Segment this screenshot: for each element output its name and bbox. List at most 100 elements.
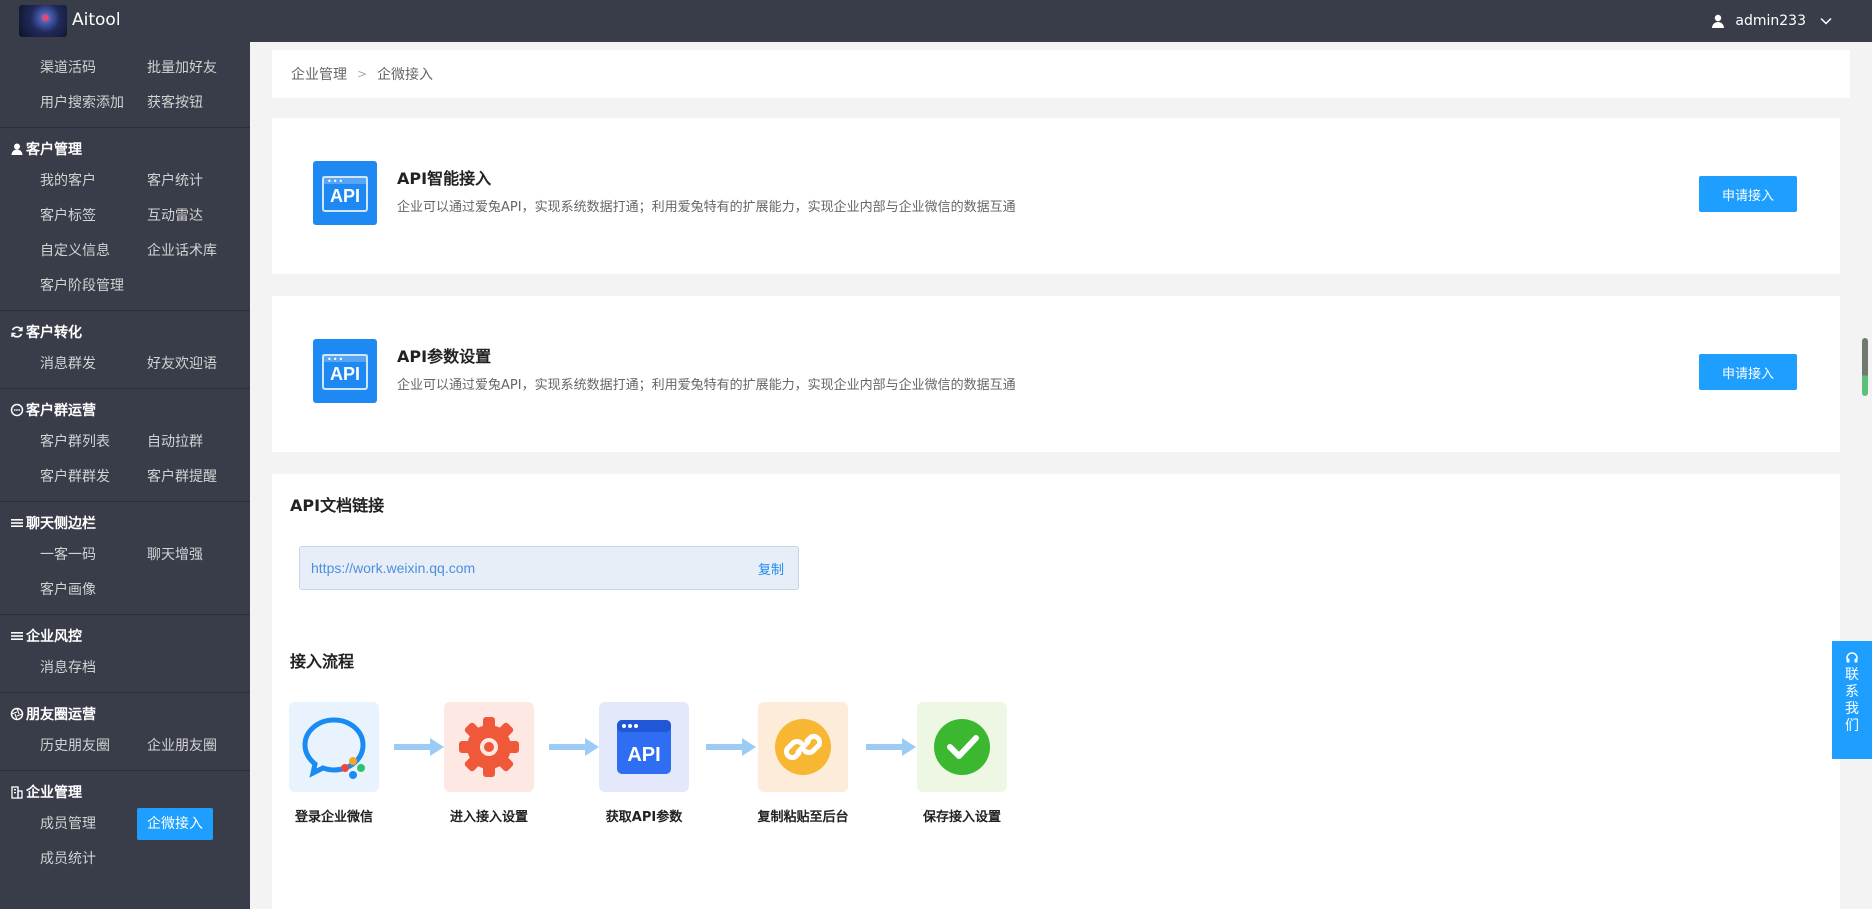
sidebar-item-user-search-add[interactable]: 用户搜索添加 [30,86,137,121]
step-label: 保存接入设置 [922,810,1001,825]
sidebar-item-group-list[interactable]: 客户群列表 [30,425,137,460]
card-description: 企业可以通过爱兔API，实现系统数据打通；利用爱兔特有的扩展能力，实现企业内部与… [397,200,1016,215]
doc-link-url[interactable]: https://work.weixin.qq.com [311,560,475,576]
step-label: 登录企业微信 [294,810,373,825]
sidebar-item-enterprise-moments[interactable]: 企业朋友圈 [137,729,244,764]
menu-icon [11,632,23,640]
link-icon [758,702,848,792]
process-steps: 登录企业微信 进入接入设置 API 获取API参数 复制粘贴至后台 保存接入设置 [289,702,1189,842]
api-smart-access-card: ••• API API智能接入 企业可以通过爱兔API，实现系统数据打通；利用爱… [272,118,1840,274]
process-step: API 获取API参数 [599,702,689,825]
copy-button[interactable]: 复制 [758,559,784,578]
process-step: 登录企业微信 [289,702,379,825]
breadcrumb-item[interactable]: 企业管理 [291,64,347,84]
arrow-right-icon [394,738,444,756]
card-title: API智能接入 [397,169,492,188]
doc-link-box: https://work.weixin.qq.com 复制 [299,546,799,590]
sidebar-item-interaction-radar[interactable]: 互动雷达 [137,199,244,234]
api-param-settings-card: ••• API API参数设置 企业可以通过爱兔API，实现系统数据打通；利用爱… [272,296,1840,452]
sidebar-group-group-operations: 客户群运营 客户群列表 自动拉群 客户群群发 客户群提醒 [0,389,250,502]
building-icon [11,786,23,799]
main-content: 企业管理 > 企微接入 ••• API API智能接入 企业可以通过爱兔API，… [250,42,1872,909]
app-name[interactable]: Aitool [72,10,121,30]
sidebar-group-customer-conversion: 客户转化 消息群发 好友欢迎语 [0,311,250,389]
sidebar-group-enterprise-management: 企业管理 成员管理 企微接入 成员统计 [0,771,250,883]
arrow-right-icon [866,738,916,756]
sidebar-item-history-moments[interactable]: 历史朋友圈 [30,729,137,764]
wecom-icon [289,702,379,792]
scrollbar-thumb[interactable] [1862,338,1868,396]
logo-image[interactable] [19,5,67,37]
top-bar: Aitool admin233 [0,0,1872,42]
contact-us-button[interactable]: 联 系 我 们 [1832,641,1872,759]
card-description: 企业可以通过爱兔API，实现系统数据打通；利用爱兔特有的扩展能力，实现企业内部与… [397,378,1016,393]
sidebar-item-chat-enhance[interactable]: 聊天增强 [137,538,244,573]
refresh-icon [11,326,23,338]
sidebar-group-title[interactable]: 客户转化 [0,317,250,347]
api-icon: ••• API [313,339,377,403]
aperture-icon [10,707,24,721]
step-label: 复制粘贴至后台 [757,810,849,825]
breadcrumb: 企业管理 > 企微接入 [272,50,1850,98]
headset-icon [1846,652,1858,663]
process-step: 保存接入设置 [917,702,1007,825]
sidebar-item-customer-tags[interactable]: 客户标签 [30,199,137,234]
sidebar-item-script-library[interactable]: 企业话术库 [137,234,244,269]
sidebar-item-member-management[interactable]: 成员管理 [30,807,137,842]
step-label: 进入接入设置 [449,810,528,825]
sidebar-item-message-archive[interactable]: 消息存档 [30,651,137,686]
sidebar-item-channel-qrcode[interactable]: 渠道活码 [30,51,137,86]
check-icon [917,702,1007,792]
menu-icon [11,519,23,527]
sidebar-item-group-reminder[interactable]: 客户群提醒 [137,460,244,495]
sidebar-group-chat-sidebar: 聊天侧边栏 一客一码 聊天增强 客户画像 [0,502,250,615]
sidebar-item-customer-stage[interactable]: 客户阶段管理 [30,269,137,304]
username: admin233 [1735,13,1806,29]
sidebar-item-custom-info[interactable]: 自定义信息 [30,234,137,269]
sidebar-item-mass-message[interactable]: 消息群发 [30,347,137,382]
sidebar-item-acquire-button[interactable]: 获客按钮 [137,86,244,121]
breadcrumb-item-current: 企微接入 [377,67,434,83]
sidebar-group-top: 渠道活码 批量加好友 用户搜索添加 获客按钮 [0,42,250,128]
api-doc-card: API文档链接 https://work.weixin.qq.com 复制 接入… [272,474,1840,909]
sidebar-item-welcome-message[interactable]: 好友欢迎语 [137,347,244,382]
arrow-right-icon [706,738,756,756]
sidebar-group-customer-management: 客户管理 我的客户 客户统计 客户标签 互动雷达 自定义信息 企业话术库 客户阶… [0,128,250,311]
sidebar-item-member-stats[interactable]: 成员统计 [30,842,137,877]
sidebar-item-my-customers[interactable]: 我的客户 [30,164,137,199]
process-section-title: 接入流程 [290,652,355,671]
apply-access-button[interactable]: 申请接入 [1699,354,1797,390]
sidebar-group-title[interactable]: 客户群运营 [0,395,250,425]
card-title: API参数设置 [397,347,492,366]
user-menu[interactable]: admin233 [1711,0,1832,42]
user-icon [1712,14,1725,28]
step-label: 获取API参数 [605,810,683,825]
sidebar-item-group-mass[interactable]: 客户群群发 [30,460,137,495]
chevron-right-icon: > [357,67,368,81]
sidebar-group-title[interactable]: 聊天侧边栏 [0,508,250,538]
sidebar-group-title[interactable]: 朋友圈运营 [0,699,250,729]
sidebar-item-wecom-access[interactable]: 企微接入 [137,808,213,840]
sidebar: 渠道活码 批量加好友 用户搜索添加 获客按钮 客户管理 我的客户 客户统计 客户… [0,42,250,909]
sidebar-group-moments: 朋友圈运营 历史朋友圈 企业朋友圈 [0,693,250,771]
sidebar-group-title[interactable]: 企业管理 [0,777,250,807]
user-icon [11,143,23,155]
chevron-down-icon [1820,17,1832,25]
sidebar-item-customer-portrait[interactable]: 客户画像 [30,573,137,608]
doc-section-title: API文档链接 [290,496,385,515]
chat-icon [10,403,24,417]
apply-access-button[interactable]: 申请接入 [1699,176,1797,212]
sidebar-item-batch-add-friends[interactable]: 批量加好友 [137,51,244,86]
api-icon: API [599,702,689,792]
sidebar-item-customer-stats[interactable]: 客户统计 [137,164,244,199]
sidebar-item-auto-group[interactable]: 自动拉群 [137,425,244,460]
sidebar-group-title[interactable]: 企业风控 [0,621,250,651]
process-step: 复制粘贴至后台 [757,702,849,825]
sidebar-group-risk-control: 企业风控 消息存档 [0,615,250,693]
sidebar-item-one-customer-one-code[interactable]: 一客一码 [30,538,137,573]
arrow-right-icon [549,738,599,756]
gear-icon [444,702,534,792]
sidebar-group-title[interactable]: 客户管理 [0,134,250,164]
svg-text:API: API [627,744,660,766]
api-icon: ••• API [313,161,377,225]
